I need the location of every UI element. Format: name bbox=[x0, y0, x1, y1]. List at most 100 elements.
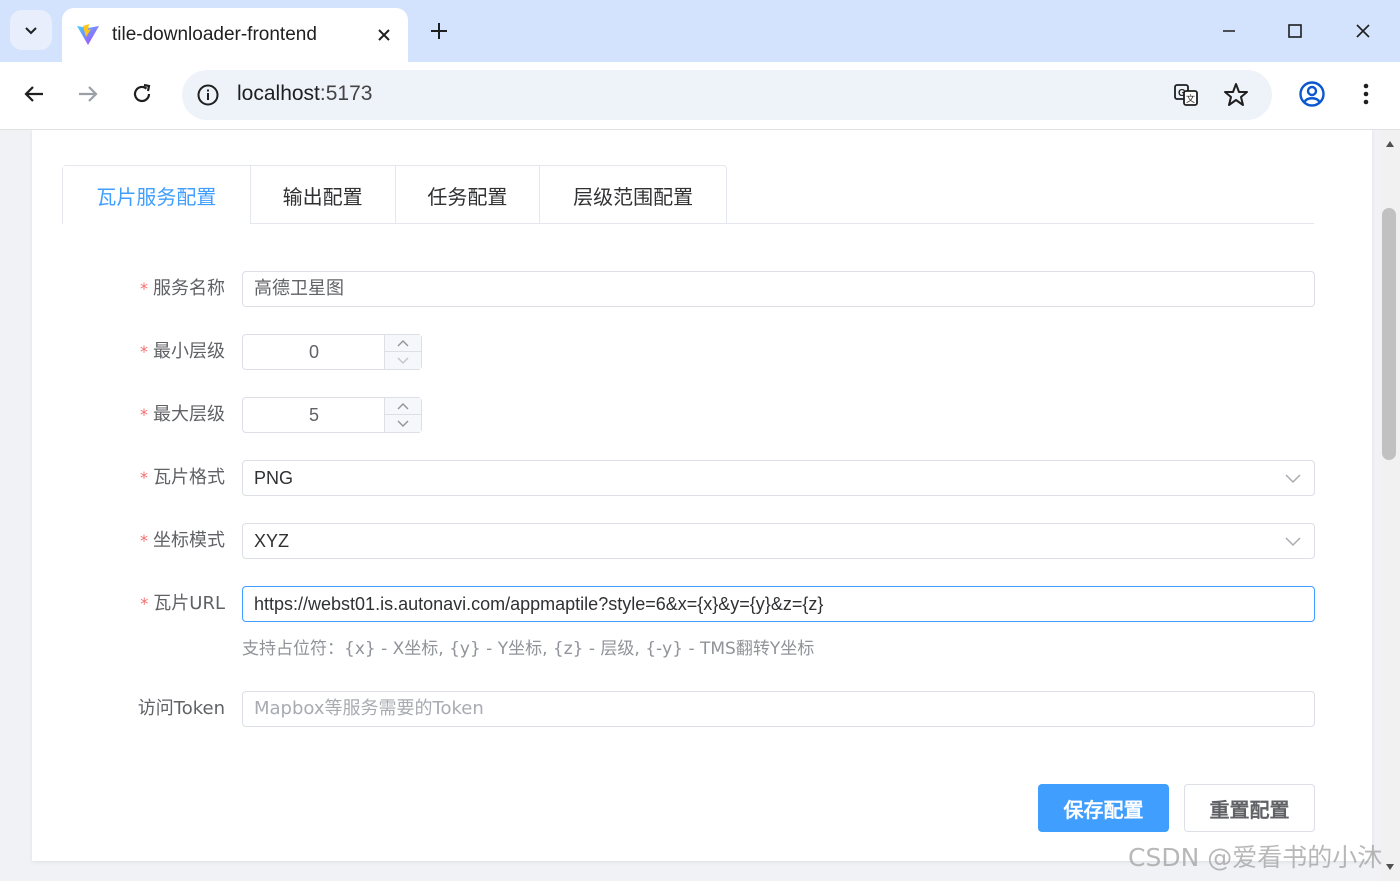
tab-title: tile-downloader-frontend bbox=[112, 24, 317, 45]
close-window-button[interactable] bbox=[1338, 10, 1388, 52]
service-name-input[interactable]: 高德卫星图 bbox=[242, 271, 1315, 307]
svg-text:文: 文 bbox=[1186, 93, 1195, 105]
back-button[interactable] bbox=[14, 74, 54, 114]
triangle-down-icon bbox=[1386, 864, 1394, 870]
tile-url-label: * 瓦片URL bbox=[32, 586, 225, 622]
token-label: 访问Token bbox=[137, 698, 225, 719]
tile-url-input[interactable]: https://webst01.is.autonavi.com/appmapti… bbox=[242, 586, 1315, 622]
url-port: :5173 bbox=[319, 82, 373, 105]
min-level-decrease-button[interactable] bbox=[385, 352, 421, 369]
min-level-value[interactable]: 0 bbox=[243, 335, 385, 369]
max-level-stepper[interactable]: 5 bbox=[242, 397, 422, 433]
required-mark: * bbox=[140, 279, 148, 298]
maximize-icon bbox=[1288, 24, 1302, 38]
csdn-watermark: CSDN @爱看书的小沐 bbox=[1128, 843, 1383, 872]
coord-mode-label: * 坐标模式 bbox=[32, 523, 225, 559]
tab-level-range-config[interactable]: 层级范围配置 bbox=[539, 166, 726, 224]
coord-mode-value: XYZ bbox=[254, 531, 290, 551]
scroll-up-button[interactable] bbox=[1380, 136, 1400, 152]
max-level-spinner bbox=[384, 398, 421, 432]
min-level-stepper[interactable]: 0 bbox=[242, 334, 422, 370]
chevron-down-icon bbox=[1285, 537, 1301, 547]
form-item-coord-mode: * 坐标模式 XYZ bbox=[32, 523, 1332, 559]
coord-mode-select[interactable]: XYZ bbox=[242, 523, 1315, 559]
browser-menu-button[interactable] bbox=[1346, 74, 1386, 114]
tab-tile-service-config[interactable]: 瓦片服务配置 bbox=[63, 166, 250, 225]
page-scrollbar[interactable] bbox=[1380, 130, 1400, 881]
browser-titlebar: tile-downloader-frontend bbox=[0, 0, 1400, 62]
reload-button[interactable] bbox=[122, 74, 162, 114]
page-viewport: 瓦片服务配置 输出配置 任务配置 层级范围配置 * 服务名称 高德卫星图 * 最小层… bbox=[0, 130, 1380, 881]
max-level-increase-button[interactable] bbox=[385, 398, 421, 415]
address-bar[interactable]: localhost:5173 G文 bbox=[182, 70, 1272, 120]
scroll-thumb[interactable] bbox=[1382, 208, 1396, 460]
required-mark: * bbox=[140, 342, 148, 361]
vite-logo-icon bbox=[77, 24, 99, 45]
minimize-icon bbox=[1223, 30, 1235, 32]
label-text: 坐标模式 bbox=[153, 530, 225, 551]
new-tab-button[interactable] bbox=[420, 12, 458, 50]
arrow-right-icon bbox=[79, 86, 98, 102]
url-host: localhost bbox=[237, 82, 320, 105]
service-name-label: * 服务名称 bbox=[32, 271, 225, 307]
account-circle-icon bbox=[1299, 81, 1325, 107]
plus-icon bbox=[431, 23, 447, 39]
label-text: 服务名称 bbox=[153, 278, 225, 299]
required-mark: * bbox=[140, 468, 148, 487]
chevron-down-icon bbox=[397, 420, 409, 427]
chevron-down-icon bbox=[1285, 474, 1301, 484]
tile-format-label: * 瓦片格式 bbox=[32, 460, 225, 496]
required-mark: * bbox=[140, 405, 148, 424]
required-mark: * bbox=[140, 531, 148, 550]
tab-close-button[interactable] bbox=[364, 15, 404, 55]
translate-icon[interactable]: G文 bbox=[1172, 81, 1200, 109]
bookmark-star-icon[interactable] bbox=[1222, 81, 1250, 109]
minimize-button[interactable] bbox=[1204, 10, 1254, 52]
close-icon bbox=[378, 29, 390, 41]
url-text[interactable]: localhost:5173 bbox=[237, 82, 372, 106]
min-level-label: * 最小层级 bbox=[32, 334, 225, 370]
token-input[interactable]: Mapbox等服务需要的Token bbox=[242, 691, 1315, 727]
chevron-down-icon bbox=[397, 357, 409, 364]
config-tabs: 瓦片服务配置 输出配置 任务配置 层级范围配置 bbox=[62, 165, 1314, 225]
token-placeholder: Mapbox等服务需要的Token bbox=[254, 698, 484, 719]
form-item-token: 访问Token Mapbox等服务需要的Token bbox=[32, 691, 1332, 727]
more-vertical-icon bbox=[1363, 83, 1369, 105]
close-icon bbox=[1356, 24, 1370, 38]
browser-tab-active[interactable]: tile-downloader-frontend bbox=[62, 8, 408, 62]
tab-output-config[interactable]: 输出配置 bbox=[249, 166, 395, 224]
info-icon[interactable] bbox=[196, 83, 220, 107]
max-level-label: * 最大层级 bbox=[32, 397, 225, 433]
browser-toolbar: localhost:5173 G文 bbox=[0, 62, 1400, 130]
label-text: 最大层级 bbox=[153, 404, 225, 425]
tile-format-value: PNG bbox=[254, 468, 294, 488]
chevron-up-icon bbox=[397, 340, 409, 347]
maximize-button[interactable] bbox=[1270, 10, 1320, 52]
config-card: 瓦片服务配置 输出配置 任务配置 层级范围配置 * 服务名称 高德卫星图 * 最小层… bbox=[32, 130, 1372, 861]
form-item-max-level: * 最大层级 5 bbox=[32, 397, 1332, 433]
tab-search-button[interactable] bbox=[10, 10, 52, 50]
form-item-service-name: * 服务名称 高德卫星图 bbox=[32, 271, 1332, 307]
chevron-down-icon bbox=[25, 27, 37, 35]
label-text: 瓦片格式 bbox=[153, 467, 225, 488]
save-config-button[interactable]: 保存配置 bbox=[1038, 784, 1169, 832]
min-level-spinner bbox=[384, 335, 421, 369]
tab-task-config[interactable]: 任务配置 bbox=[394, 166, 540, 224]
chevron-up-icon bbox=[397, 403, 409, 410]
form-item-min-level: * 最小层级 0 bbox=[32, 334, 1332, 370]
max-level-value[interactable]: 5 bbox=[243, 398, 385, 432]
profile-button[interactable] bbox=[1292, 74, 1332, 114]
tile-format-select[interactable]: PNG bbox=[242, 460, 1315, 496]
reload-icon bbox=[133, 83, 151, 103]
form-item-tile-format: * 瓦片格式 PNG bbox=[32, 460, 1332, 496]
max-level-decrease-button[interactable] bbox=[385, 415, 421, 432]
triangle-up-icon bbox=[1386, 141, 1394, 147]
reset-config-button[interactable]: 重置配置 bbox=[1184, 784, 1315, 832]
required-mark: * bbox=[140, 594, 149, 613]
min-level-increase-button[interactable] bbox=[385, 335, 421, 352]
scroll-down-button[interactable] bbox=[1380, 859, 1400, 875]
forward-button[interactable] bbox=[68, 74, 108, 114]
form-item-tile-url: * 瓦片URL https://webst01.is.autonavi.com/a… bbox=[32, 586, 1332, 622]
arrow-left-icon bbox=[24, 86, 43, 102]
label-text: 最小层级 bbox=[153, 341, 225, 362]
